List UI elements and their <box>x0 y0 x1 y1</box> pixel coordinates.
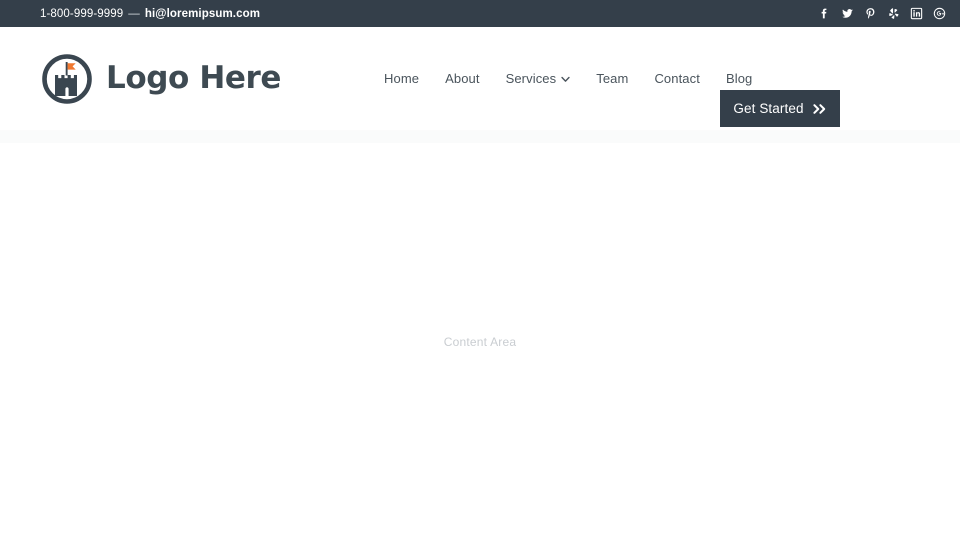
googleplus-icon[interactable] <box>932 7 946 21</box>
nav-item-about[interactable]: About <box>432 65 492 92</box>
nav-label: About <box>445 71 480 86</box>
facebook-icon[interactable] <box>817 7 831 21</box>
get-started-button[interactable]: Get Started <box>720 90 840 127</box>
chevron-down-icon <box>561 75 570 84</box>
cta-label: Get Started <box>733 101 804 116</box>
nav-item-services[interactable]: Services <box>493 65 584 92</box>
nav-label: Home <box>384 71 420 86</box>
phone-number[interactable]: 1-800-999-9999 <box>40 8 123 20</box>
cta-container: Get Started <box>720 90 840 127</box>
nav-item-team[interactable]: Team <box>583 65 641 92</box>
nav-item-blog[interactable]: Blog <box>713 65 765 92</box>
site-header: Logo Here Home About Services Team Conta… <box>0 27 960 130</box>
nav-item-contact[interactable]: Contact <box>641 65 713 92</box>
nav-label: Team <box>596 71 629 86</box>
yelp-icon[interactable] <box>886 7 900 21</box>
top-utility-bar: 1-800-999-9999 — hi@loremipsum.com <box>0 0 960 27</box>
nav-label: Contact <box>654 71 700 86</box>
content-area: Content Area <box>0 143 960 541</box>
double-chevron-right-icon <box>812 103 827 115</box>
logo-text: Logo Here <box>106 60 282 96</box>
nav-item-home[interactable]: Home <box>371 65 432 92</box>
linkedin-icon[interactable] <box>909 7 923 21</box>
contact-info: 1-800-999-9999 — hi@loremipsum.com <box>40 8 260 20</box>
content-placeholder-text: Content Area <box>443 335 517 349</box>
social-links <box>817 7 946 21</box>
email-address[interactable]: hi@loremipsum.com <box>145 8 260 20</box>
pinterest-icon[interactable] <box>863 7 877 21</box>
castle-flag-icon <box>40 52 94 106</box>
twitter-icon[interactable] <box>840 7 854 21</box>
nav-label: Blog <box>725 71 753 86</box>
main-navigation: Home About Services Team Contact Blog <box>371 65 765 92</box>
contact-separator: — <box>128 7 140 20</box>
nav-label: Services <box>505 71 557 86</box>
logo[interactable]: Logo Here <box>40 52 281 106</box>
header-divider-band <box>0 130 960 143</box>
